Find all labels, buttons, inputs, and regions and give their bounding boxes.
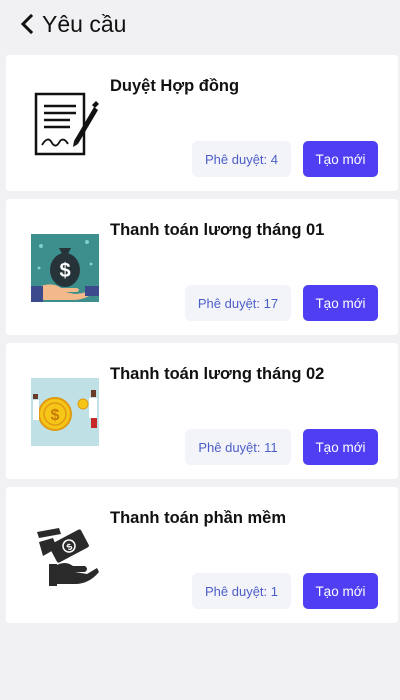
request-title: Duyệt Hợp đồng xyxy=(110,77,240,95)
request-card-contract[interactable]: Duyệt Hợp đồng Phê duyệt: 4 Tạo mới xyxy=(6,55,398,191)
coin-exchange-icon: $ xyxy=(30,377,100,447)
approve-count-badge[interactable]: Phê duyệt: 17 xyxy=(185,285,291,321)
request-title: Thanh toán phần mềm xyxy=(110,509,287,527)
create-new-button[interactable]: Tạo mới xyxy=(303,429,378,465)
page-title: Yêu cầu xyxy=(42,10,127,37)
approve-count-badge[interactable]: Phê duyệt: 11 xyxy=(185,429,291,465)
create-new-button[interactable]: Tạo mới xyxy=(303,141,378,177)
request-title: Thanh toán lương tháng 02 xyxy=(110,365,325,383)
request-card-software[interactable]: $ Thanh toán phần mềm Phê duyệt: 1 Tạo m… xyxy=(6,487,398,623)
request-card-salary-02[interactable]: $ Thanh toán lương tháng 02 Phê duyệt: 1… xyxy=(6,343,398,479)
svg-text:$: $ xyxy=(59,260,70,282)
create-new-button[interactable]: Tạo mới xyxy=(303,573,378,609)
app-header: Yêu cầu xyxy=(0,0,400,48)
money-bag-hand-icon: $ xyxy=(30,233,100,303)
create-new-button[interactable]: Tạo mới xyxy=(303,285,378,321)
request-title: Thanh toán lương tháng 01 xyxy=(110,221,325,239)
contract-signing-icon xyxy=(30,89,100,159)
approve-count-badge[interactable]: Phê duyệt: 4 xyxy=(192,141,291,177)
approve-count-badge[interactable]: Phê duyệt: 1 xyxy=(192,573,291,609)
chevron-left-icon[interactable] xyxy=(18,13,36,35)
money-hand-icon: $ xyxy=(30,521,100,591)
request-card-salary-01[interactable]: $ Thanh toán lương tháng 01 Phê duyệt: 1… xyxy=(6,199,398,335)
svg-text:$: $ xyxy=(51,407,60,424)
